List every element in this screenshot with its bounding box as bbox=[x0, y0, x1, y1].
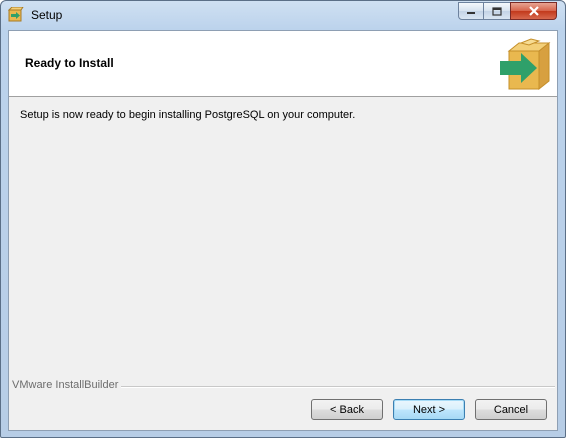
minimize-button[interactable] bbox=[458, 2, 484, 20]
close-icon bbox=[528, 6, 539, 16]
dialog-content: Ready to Install Setup is now ready to b… bbox=[8, 30, 558, 431]
close-button[interactable] bbox=[510, 2, 557, 20]
page-header: Ready to Install bbox=[9, 31, 557, 97]
minimize-icon bbox=[467, 12, 475, 14]
title-bar[interactable]: Setup bbox=[1, 1, 565, 30]
page-title: Ready to Install bbox=[25, 56, 114, 70]
maximize-icon bbox=[492, 6, 502, 16]
installer-box-arrow-icon bbox=[500, 38, 551, 91]
back-button[interactable]: < Back bbox=[311, 399, 383, 420]
next-button[interactable]: Next > bbox=[393, 399, 465, 420]
installer-brand-label: VMware InstallBuilder bbox=[12, 379, 122, 391]
setup-window: Setup Ready to Install Setup is now read… bbox=[0, 0, 566, 438]
cancel-button[interactable]: Cancel bbox=[475, 399, 547, 420]
window-title: Setup bbox=[31, 8, 63, 22]
ready-message: Setup is now ready to begin installing P… bbox=[20, 109, 356, 121]
maximize-button[interactable] bbox=[484, 2, 510, 20]
app-icon bbox=[8, 7, 24, 22]
